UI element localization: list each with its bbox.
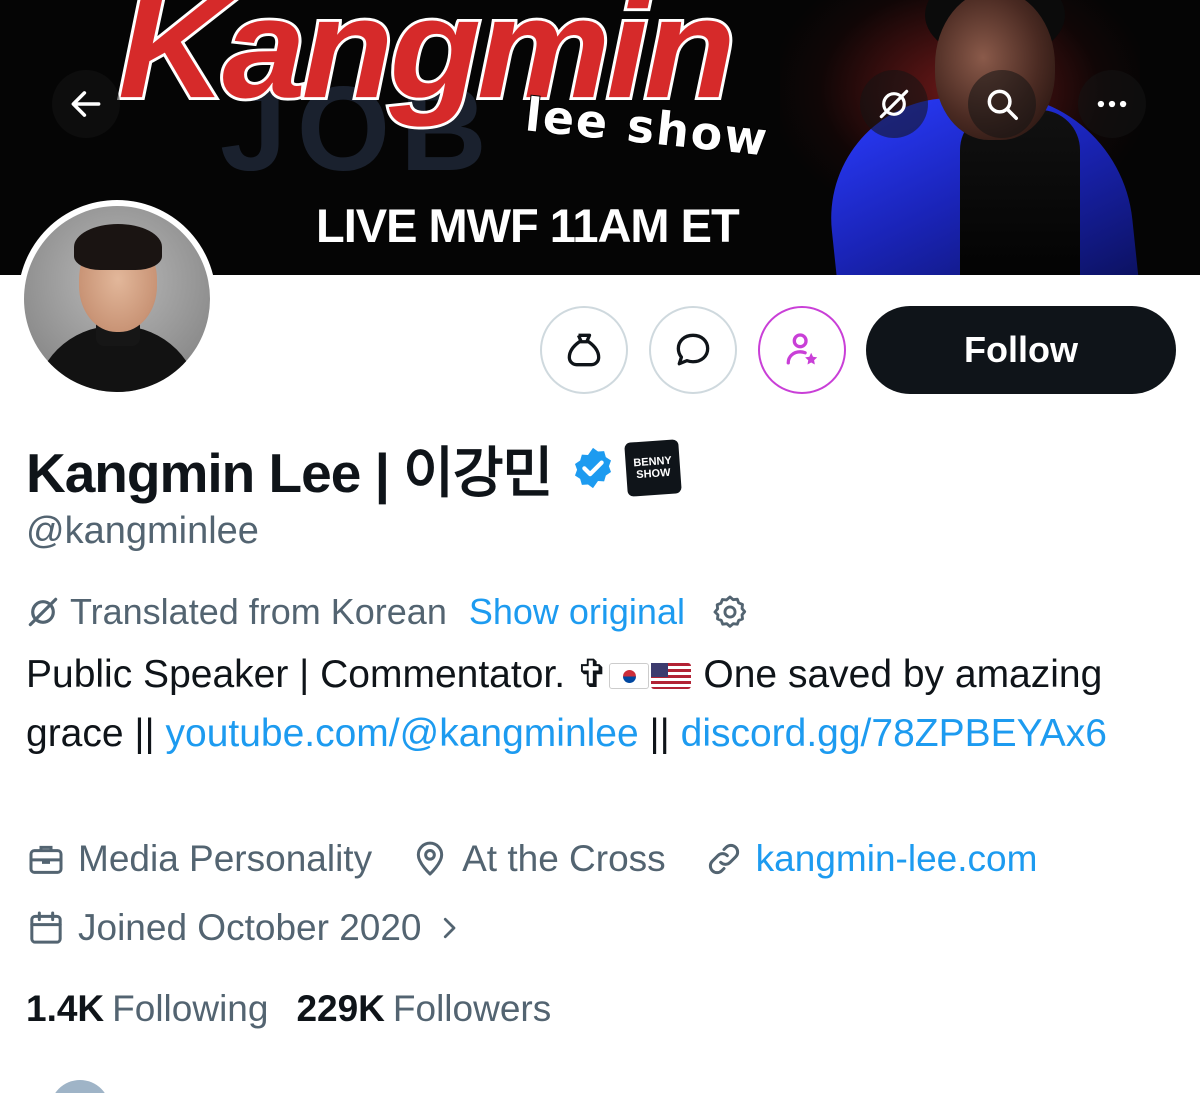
followers-label: Followers xyxy=(392,988,552,1029)
profile-meta: Media Personality At the Cross kangmin-l… xyxy=(26,838,1075,880)
location-label: At the Cross xyxy=(462,838,666,879)
website-link[interactable]: kangmin-lee.com xyxy=(756,838,1038,880)
gear-icon[interactable] xyxy=(711,593,749,631)
location-item: At the Cross xyxy=(410,838,666,880)
category-label: Media Personality xyxy=(78,838,373,879)
following-stat[interactable]: 1.4K Following xyxy=(26,988,268,1030)
translate-icon xyxy=(879,89,909,119)
website-item[interactable]: kangmin-lee.com xyxy=(704,838,1038,880)
followed-by-avatar[interactable] xyxy=(50,1080,110,1093)
banner-schedule: LIVE MWF 11AM ET xyxy=(316,199,740,252)
subscribe-button[interactable] xyxy=(758,306,846,394)
follow-stats: 1.4K Following 229K Followers xyxy=(26,988,579,1030)
briefcase-icon xyxy=(29,845,63,874)
subscribe-icon xyxy=(786,333,818,365)
korea-flag-icon xyxy=(608,663,649,689)
translation-row: Translated from Korean Show original xyxy=(24,591,757,633)
following-count: 1.4K xyxy=(26,988,105,1029)
translate-icon xyxy=(28,597,58,627)
joined-label: Joined October 2020 xyxy=(78,907,422,948)
joined-row[interactable]: Joined October 2020 xyxy=(26,907,476,949)
show-original-link[interactable]: Show original xyxy=(469,591,685,633)
avatar-hair xyxy=(74,224,162,270)
message-icon xyxy=(676,333,710,366)
verified-badge-icon[interactable] xyxy=(570,445,616,491)
chevron-right-icon xyxy=(443,917,455,939)
followers-count: 229K xyxy=(296,988,385,1029)
money-bag-icon xyxy=(567,333,601,367)
avatar-image xyxy=(24,206,210,392)
link-icon xyxy=(708,843,739,875)
affiliate-badge[interactable]: BENNY SHOW xyxy=(624,439,682,497)
follow-button[interactable]: Follow xyxy=(866,306,1176,394)
arrow-left-icon xyxy=(71,91,101,117)
category-item: Media Personality xyxy=(26,838,372,880)
profile-avatar[interactable] xyxy=(18,200,216,398)
followers-stat[interactable]: 229K Followers xyxy=(296,988,551,1030)
tip-button[interactable] xyxy=(540,306,628,394)
translated-label: Translated from Korean xyxy=(70,591,447,632)
usa-flag-icon xyxy=(650,663,691,689)
profile-bio: Public Speaker | Commentator. ✞ One save… xyxy=(26,645,1176,763)
youtube-link[interactable]: youtube.com/@kangminlee xyxy=(166,712,639,755)
more-button[interactable] xyxy=(1078,70,1146,138)
bio-text-1: Public Speaker | Commentator. ✞ xyxy=(26,653,609,696)
more-icon xyxy=(1097,100,1127,108)
display-name: Kangmin Lee | 이강민 xyxy=(26,442,553,504)
translate-button[interactable] xyxy=(860,70,928,138)
profile-name-row: Kangmin Lee | 이강민 BENNY SHOW xyxy=(26,428,682,508)
search-icon xyxy=(987,89,1018,120)
bio-separator: || xyxy=(638,712,681,755)
profile-handle: @kangminlee xyxy=(26,510,259,552)
back-button[interactable] xyxy=(52,70,120,138)
calendar-icon xyxy=(30,911,62,944)
location-pin-icon xyxy=(416,841,444,876)
message-button[interactable] xyxy=(649,306,737,394)
discord-link[interactable]: discord.gg/78ZPBEYAx6 xyxy=(681,712,1107,755)
following-label: Following xyxy=(112,988,269,1029)
search-button[interactable] xyxy=(968,70,1036,138)
